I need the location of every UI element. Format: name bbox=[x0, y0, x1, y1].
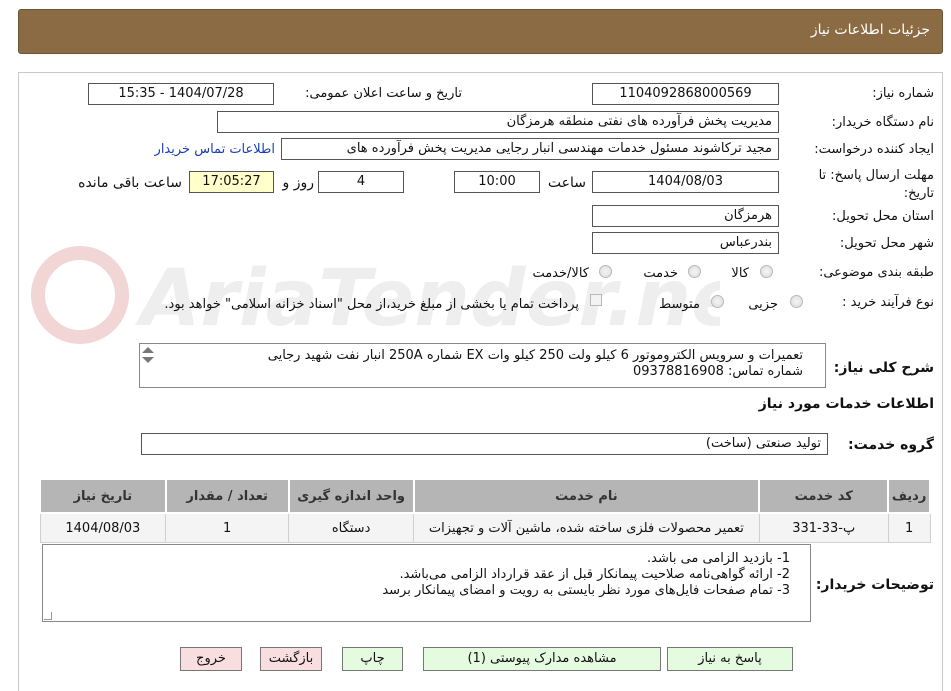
cell-row: 1 bbox=[887, 512, 931, 543]
creator-label: ایجاد کننده درخواست: bbox=[814, 142, 934, 157]
summary-line-1: تعمیرات و سرویس الکتروموتور 6 کیلو ولت 2… bbox=[267, 348, 803, 363]
need-number-label: شماره نیاز: bbox=[872, 86, 934, 101]
category-option-goods: کالا bbox=[731, 266, 749, 281]
cell-service-name: تعمیر محصولات فلزی ساخته شده، ماشین آلات… bbox=[413, 512, 760, 543]
deadline-time-label: ساعت bbox=[547, 175, 586, 191]
deadline-label: مهلت ارسال پاسخ: تا تاریخ: bbox=[818, 168, 934, 201]
city-field: بندرعباس bbox=[592, 232, 779, 254]
process-radio-minor[interactable] bbox=[790, 295, 803, 308]
buyer-notes-textarea[interactable]: 1- بازدید الزامی می باشد. 2- ارائه گواهی… bbox=[42, 544, 811, 622]
creator-field: مجید ترکاشوند مسئول خدمات مهندسی انبار ر… bbox=[281, 138, 779, 160]
page-header: جزئیات اطلاعات نیاز bbox=[18, 9, 943, 54]
deadline-time-field: 10:00 bbox=[454, 171, 540, 193]
scroll-down-icon[interactable] bbox=[142, 357, 154, 363]
services-table-header: ردیف کد خدمت نام خدمت واحد اندازه گیری ت… bbox=[39, 478, 931, 514]
buyer-note-2: 2- ارائه گواهی‌نامه صلاحیت پیمانکار قبل … bbox=[399, 567, 790, 582]
buyer-org-field: مدیریت پخش فرآورده های نفتی منطقه هرمزگا… bbox=[217, 111, 779, 133]
announce-field: 1404/07/28 - 15:35 bbox=[88, 83, 274, 105]
service-group-label: گروه خدمت: bbox=[848, 437, 934, 453]
category-label: طبقه بندی موضوعی: bbox=[818, 265, 934, 280]
cell-unit: دستگاه bbox=[288, 512, 415, 543]
attachments-button[interactable]: مشاهده مدارک پیوستی (1) bbox=[423, 647, 661, 671]
category-radio-goods-service[interactable] bbox=[599, 265, 612, 278]
process-option-medium: متوسط bbox=[659, 297, 700, 312]
need-number-field: 1104092868000569 bbox=[592, 83, 779, 105]
remaining-label: ساعت باقی مانده bbox=[78, 175, 182, 191]
resize-handle-icon[interactable] bbox=[44, 612, 52, 620]
province-field: هرمزگان bbox=[592, 205, 779, 227]
category-option-goods-service: کالا/خدمت bbox=[532, 266, 589, 281]
summary-label: شرح کلی نیاز: bbox=[833, 360, 934, 376]
buyer-contact-link[interactable]: اطلاعات تماس خریدار bbox=[155, 142, 275, 157]
days-label: روز و bbox=[282, 175, 315, 191]
days-field: 4 bbox=[318, 171, 404, 193]
back-button[interactable]: بازگشت bbox=[260, 647, 322, 671]
province-label: استان محل تحویل: bbox=[832, 209, 934, 224]
scroll-up-icon[interactable] bbox=[142, 347, 154, 353]
buyer-notes-label: توضیحات خریدار: bbox=[815, 577, 934, 593]
exit-button[interactable]: خروج bbox=[180, 647, 242, 671]
reply-button[interactable]: پاسخ به نیاز bbox=[667, 647, 793, 671]
process-option-minor: جزیی bbox=[748, 297, 778, 312]
col-row: ردیف bbox=[887, 478, 931, 514]
category-radio-goods[interactable] bbox=[760, 265, 773, 278]
process-label: نوع فرآیند خرید : bbox=[842, 295, 934, 310]
cell-service-code: پ-33-331 bbox=[758, 512, 889, 543]
col-unit: واحد اندازه گیری bbox=[287, 478, 415, 514]
col-service-name: نام خدمت bbox=[412, 478, 761, 514]
remaining-time-field: 17:05:27 bbox=[189, 171, 274, 193]
services-section-title: اطلاعات خدمات مورد نیاز bbox=[758, 396, 934, 412]
col-quantity: تعداد / مقدار bbox=[164, 478, 290, 514]
buyer-note-1: 1- بازدید الزامی می باشد. bbox=[647, 551, 790, 566]
deadline-date-field: 1404/08/03 bbox=[592, 171, 779, 193]
category-radio-service[interactable] bbox=[688, 265, 701, 278]
payment-note: پرداخت تمام یا بخشی از مبلغ خرید،از محل … bbox=[164, 297, 579, 312]
services-table: ردیف کد خدمت نام خدمت واحد اندازه گیری ت… bbox=[39, 478, 931, 543]
col-need-date: تاریخ نیاز bbox=[39, 478, 167, 514]
treasury-checkbox[interactable] bbox=[590, 294, 602, 306]
table-row: 1 پ-33-331 تعمیر محصولات فلزی ساخته شده،… bbox=[39, 512, 931, 543]
cell-need-date: 1404/08/03 bbox=[39, 512, 167, 543]
category-option-service: خدمت bbox=[643, 266, 678, 281]
service-group-field: تولید صنعتی (ساخت) bbox=[141, 433, 828, 455]
city-label: شهر محل تحویل: bbox=[839, 236, 934, 251]
col-service-code: کد خدمت bbox=[758, 478, 890, 514]
summary-line-2: شماره تماس: 09378816908 bbox=[632, 364, 803, 379]
announce-label: تاریخ و ساعت اعلان عمومی: bbox=[305, 86, 462, 101]
process-radio-medium[interactable] bbox=[711, 295, 724, 308]
page-title: جزئیات اطلاعات نیاز bbox=[810, 22, 930, 38]
buyer-org-label: نام دستگاه خریدار: bbox=[831, 115, 934, 130]
summary-textarea[interactable]: تعمیرات و سرویس الکتروموتور 6 کیلو ولت 2… bbox=[139, 343, 826, 388]
cell-quantity: 1 bbox=[165, 512, 290, 543]
buyer-note-3: 3- تمام صفحات فایل‌های مورد نظر بایستی ب… bbox=[382, 583, 790, 598]
print-button[interactable]: چاپ bbox=[342, 647, 403, 671]
